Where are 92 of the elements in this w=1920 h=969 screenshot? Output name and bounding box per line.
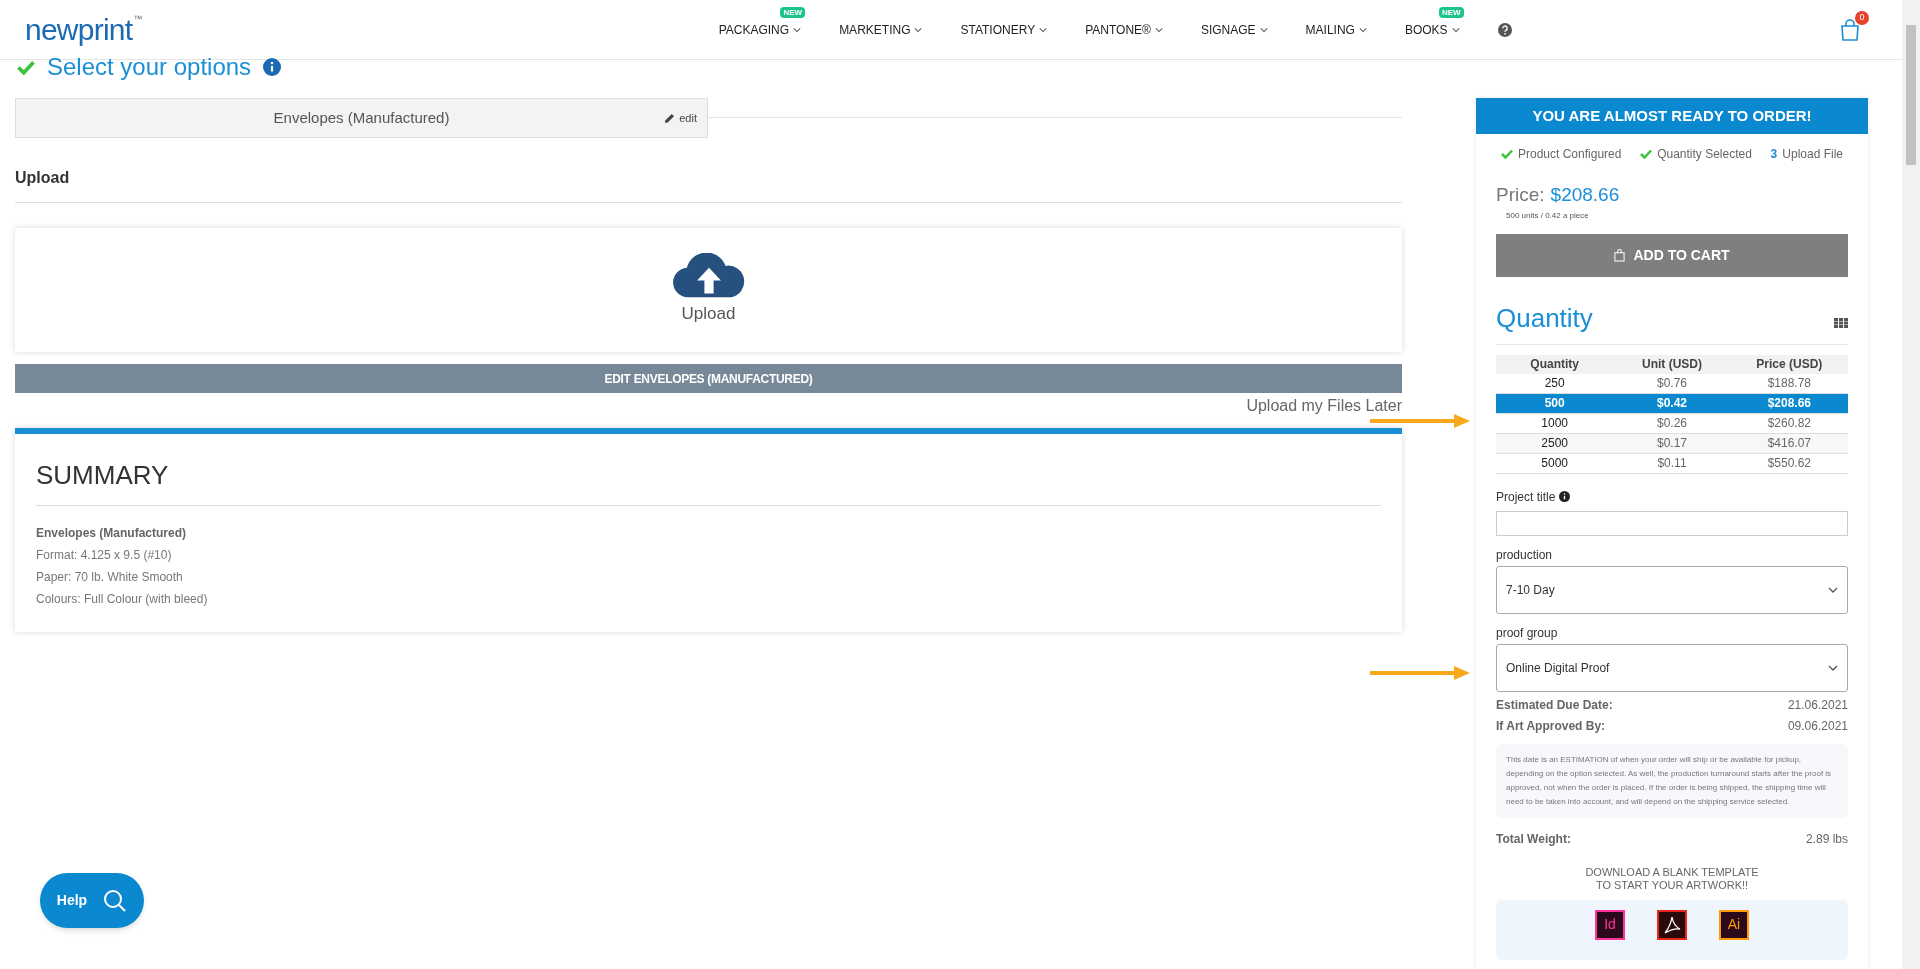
info-icon[interactable]: [1559, 491, 1571, 502]
quantity-row[interactable]: 2500 $0.17 $416.07: [1496, 433, 1848, 454]
pdf-file-icon[interactable]: [1657, 909, 1687, 940]
check-icon: [17, 59, 35, 75]
help-button[interactable]: Help: [40, 873, 144, 928]
chevron-down-icon: [793, 25, 802, 34]
nav-menu-item[interactable]: MAILING: [1305, 20, 1367, 39]
date-value: 09.06.2021: [1787, 717, 1848, 734]
chevron-down-icon: [1828, 664, 1838, 671]
project-title-field[interactable]: [1496, 510, 1848, 536]
chevron-down-icon: [1154, 25, 1163, 34]
logo[interactable]: newprint™: [25, 14, 142, 45]
summary-title: SUMMARY: [36, 456, 1381, 506]
date-value: 21.06.2021: [1787, 696, 1848, 713]
add-to-cart-button[interactable]: ADD TO CART: [1496, 233, 1848, 277]
chevron-down-icon: [1259, 25, 1268, 34]
new-badge: NEW: [780, 6, 806, 18]
check-icon: [1640, 149, 1653, 159]
field-label: production: [1496, 546, 1554, 564]
template-file-icon[interactable]: Id: [1595, 909, 1625, 940]
table-cell-text: $0.42: [1655, 395, 1688, 412]
product-name: Envelopes (Manufactured): [273, 107, 450, 128]
template-file-icon[interactable]: Ai: [1719, 909, 1749, 940]
chevron-down-icon: [914, 25, 923, 34]
field-label: proof group: [1496, 624, 1559, 642]
table-cell-text: 1000: [1540, 415, 1569, 432]
grid-icon[interactable]: [1834, 317, 1848, 328]
table-cell-text: 2500: [1540, 435, 1569, 452]
weight-label: Total Weight:: [1496, 830, 1571, 848]
check-icon: [1501, 149, 1513, 159]
upload-dropzone[interactable]: Upload: [15, 228, 1402, 352]
table-cell-text: $0.11: [1656, 455, 1688, 472]
table-cell-text: $550.62: [1766, 455, 1812, 472]
chevron-down-icon: [1358, 25, 1367, 34]
quantity-title: Quantity: [1496, 301, 1593, 335]
nav-menu-item[interactable]: SIGNAGE: [1200, 20, 1268, 39]
edit-product-button[interactable]: EDIT ENVELOPES (MANUFACTURED): [15, 364, 1402, 393]
date-label: Estimated Due Date:: [1496, 696, 1613, 713]
upload-heading: Upload: [15, 166, 1402, 203]
nav-menu-item[interactable]: PANTONE®: [1085, 20, 1163, 39]
nav-menu-item[interactable]: PACKAGING: [718, 20, 802, 39]
search-icon: [103, 888, 128, 913]
dropdown-select[interactable]: 7-10 Day: [1496, 565, 1848, 614]
upload-label: Upload: [681, 303, 736, 326]
estimation-note: This date is an ESTIMATION of when your order will ship or be available for pickup, depending on the option selected. As well, the production turnaround starts after the proof is approved, not when the order is placed. If the order is being shipped, the shipping time will need to be taken into account, and will depend on the shipping service selected.: [1496, 743, 1848, 818]
upload-later-link[interactable]: Upload my Files Later: [1246, 394, 1402, 418]
chevron-down-icon: [1451, 25, 1460, 34]
summary-line: Colours: Full Colour (with bleed): [36, 591, 209, 608]
summary-product: Envelopes (Manufactured): [36, 525, 188, 542]
table-cell-text: $0.17: [1655, 435, 1688, 452]
step-label: Quantity Selected: [1657, 146, 1752, 163]
price-note: 500 units / 0.42 a piece: [1506, 209, 1590, 222]
table-cell-text: 5000: [1540, 455, 1569, 472]
new-badge: NEW: [1438, 6, 1464, 18]
column-header: Unit (USD): [1641, 356, 1703, 373]
template-heading: DOWNLOAD A BLANK TEMPLATE TO START YOUR ARTWORK!!: [1584, 865, 1760, 892]
date-label: If Art Approved By:: [1496, 717, 1606, 734]
price-label: Price:: [1496, 183, 1545, 207]
pencil-icon: [664, 112, 676, 124]
chevron-down-icon: [1039, 25, 1048, 34]
dropdown-select[interactable]: Online Digital Proof: [1496, 643, 1848, 692]
step-number: 3: [1770, 146, 1778, 163]
cart-count-badge: 0: [1855, 10, 1869, 25]
shopping-bag-icon[interactable]: [1840, 18, 1860, 41]
edit-link[interactable]: edit: [664, 109, 697, 127]
summary-line: Format: 4.125 x 9.5 (#10): [36, 547, 173, 564]
summary-line: Paper: 70 lb. White Smooth: [36, 569, 184, 586]
field-label: Project title: [1496, 488, 1556, 506]
nav-menu-item[interactable]: STATIONERY: [960, 20, 1048, 39]
table-cell-text: $0.26: [1655, 415, 1688, 432]
table-cell-text: $188.78: [1766, 375, 1812, 392]
table-cell-text: $260.82: [1766, 415, 1812, 432]
shopping-bag-icon: [1614, 248, 1626, 262]
price-value: $208.66: [1550, 183, 1620, 207]
weight-value: 2.89 lbs: [1805, 830, 1848, 848]
table-cell-text: 250: [1543, 375, 1566, 392]
chevron-down-icon: [1828, 586, 1838, 593]
step-label: Product Configured: [1518, 146, 1622, 163]
column-header: Price (USD): [1755, 356, 1824, 373]
help-icon[interactable]: [1497, 22, 1512, 37]
cloud-upload-icon: [670, 253, 747, 300]
table-cell-text: $208.66: [1766, 395, 1812, 412]
nav-menu-item[interactable]: BOOKS: [1404, 20, 1460, 39]
table-cell-text: $0.76: [1655, 375, 1688, 392]
column-header: Quantity: [1529, 356, 1580, 373]
quantity-row[interactable]: 500 $0.42 $208.66: [1496, 393, 1848, 414]
step-label: Upload File: [1782, 146, 1843, 163]
nav-menu-item[interactable]: MARKETING: [839, 20, 923, 39]
section-title: Select your options: [47, 52, 252, 82]
order-banner: YOU ARE ALMOST READY TO ORDER!: [1476, 98, 1868, 134]
table-cell-text: $416.07: [1766, 435, 1812, 452]
table-cell-text: 500: [1543, 395, 1566, 412]
